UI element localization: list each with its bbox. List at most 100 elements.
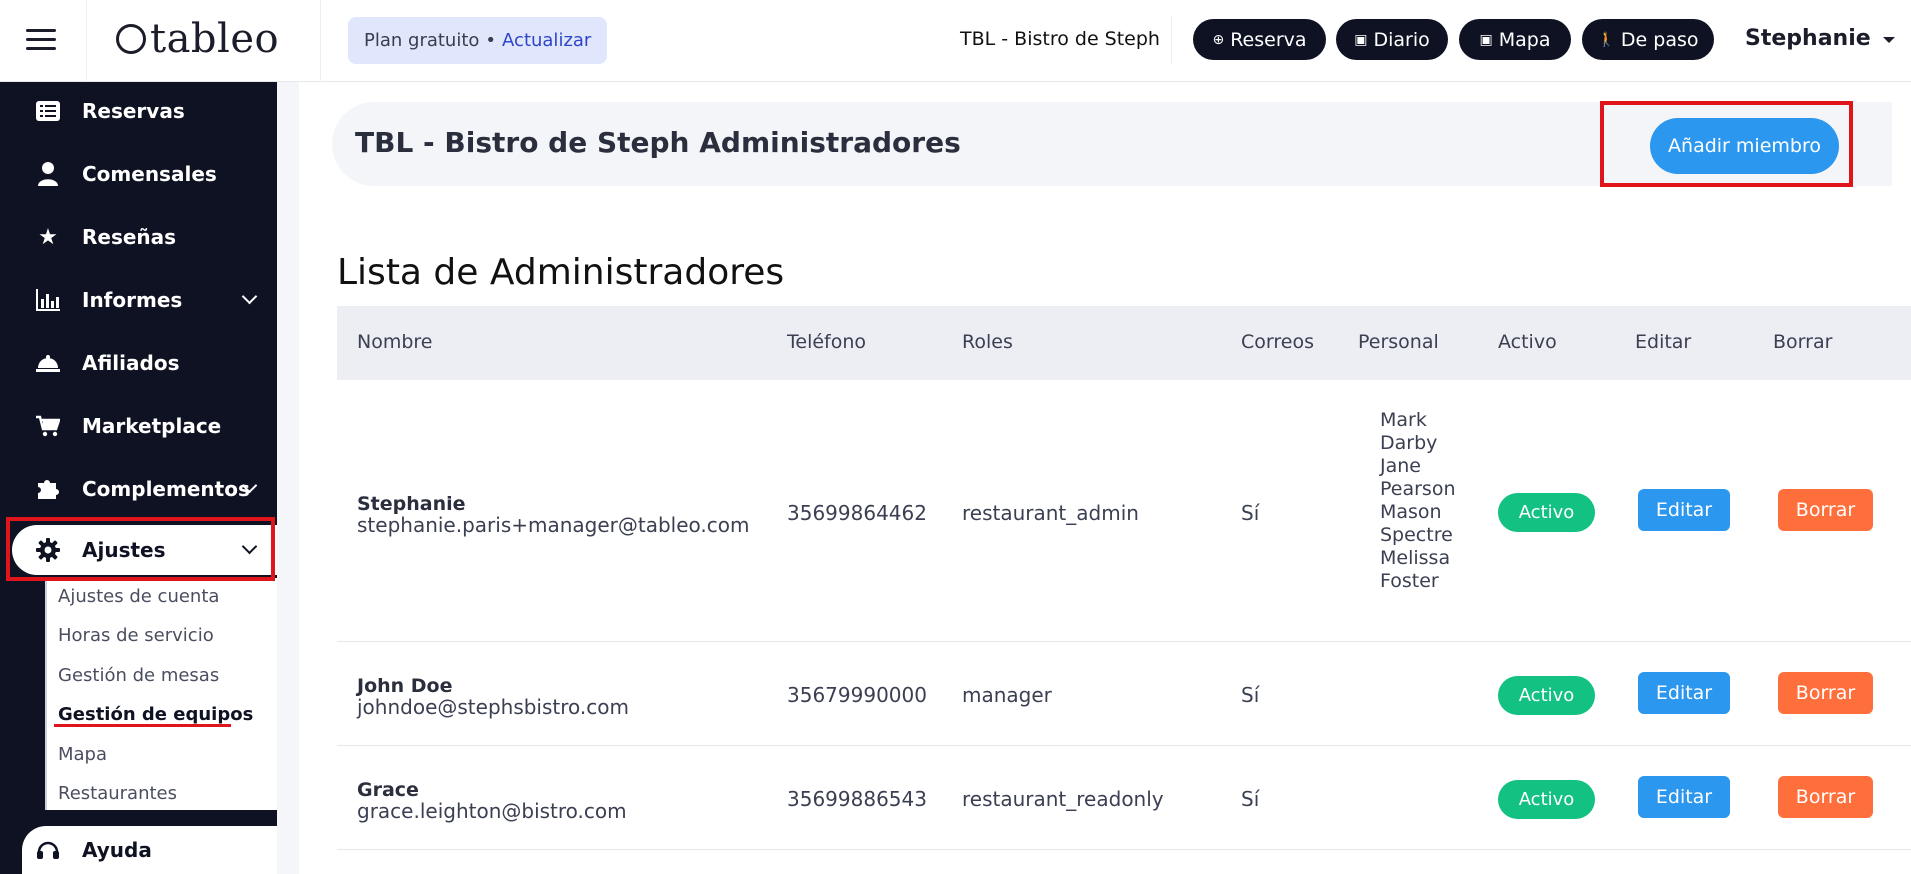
status-badge[interactable]: Activo	[1498, 780, 1595, 819]
column-header-roles[interactable]: Roles	[962, 331, 1013, 353]
subitem-gestion-de-equipos[interactable]: Gestión de equipos	[58, 704, 253, 725]
edit-button[interactable]: Editar	[1638, 489, 1730, 531]
sidebar-item-label: Ajustes	[82, 538, 166, 562]
member-cell: John Doe johndoe@stephsbistro.com	[357, 676, 629, 718]
delete-button[interactable]: Borrar	[1778, 776, 1873, 818]
column-header-nombre[interactable]: Nombre	[357, 331, 433, 353]
sidebar-item-label: Afiliados	[82, 351, 180, 375]
sidebar: Reservas Comensales ★ Reseñas Informes A…	[0, 82, 277, 874]
caret-down-icon	[1882, 37, 1895, 43]
plan-separator: •	[485, 30, 497, 51]
plus-circle-icon: ⊕	[1212, 31, 1225, 48]
logo[interactable]: tableo	[116, 14, 279, 64]
headset-icon	[33, 839, 63, 861]
chevron-down-icon	[241, 288, 258, 305]
table-row: Stephanie stephanie.paris+manager@tableo…	[337, 380, 1911, 642]
sidebar-item-label: Reseñas	[82, 225, 177, 249]
member-phone: 35699886543	[787, 787, 927, 811]
edit-button[interactable]: Editar	[1638, 672, 1730, 714]
member-name: Stephanie	[357, 493, 466, 515]
subitem-ajustes-de-cuenta[interactable]: Ajustes de cuenta	[58, 586, 219, 607]
delete-button[interactable]: Borrar	[1778, 672, 1873, 714]
logo-ring-icon	[116, 24, 146, 54]
sidebar-item-label: Comensales	[82, 162, 217, 186]
staff-name: Jane	[1380, 455, 1421, 477]
status-badge[interactable]: Activo	[1498, 676, 1595, 715]
staff-name: Foster	[1380, 570, 1439, 592]
column-header-telefono[interactable]: Teléfono	[787, 331, 866, 353]
sidebar-item-informes[interactable]: Informes	[0, 275, 277, 325]
staff-name: Spectre	[1380, 524, 1453, 546]
column-header-editar: Editar	[1635, 331, 1692, 353]
member-cell: Grace grace.leighton@bistro.com	[357, 780, 627, 822]
sidebar-item-reservas[interactable]: Reservas	[0, 86, 277, 136]
subitem-restaurantes[interactable]: Restaurantes	[58, 783, 177, 804]
logo-text: tableo	[150, 16, 280, 62]
member-role: restaurant_admin	[962, 501, 1139, 525]
list-icon	[33, 101, 63, 121]
sidebar-item-comensales[interactable]: Comensales	[0, 149, 277, 199]
sidebar-item-marketplace[interactable]: Marketplace	[0, 401, 277, 451]
divider	[320, 0, 321, 82]
divider	[1171, 16, 1172, 64]
sidebar-item-label: Informes	[82, 288, 183, 312]
content-panel: TBL - Bistro de Steph Administradores Añ…	[299, 82, 1911, 874]
member-role: manager	[962, 683, 1052, 707]
member-emails: Sí	[1241, 501, 1260, 525]
calendar-icon: ▣	[1354, 31, 1368, 48]
active-underline	[54, 724, 231, 727]
chevron-down-icon	[241, 538, 258, 555]
delete-button[interactable]: Borrar	[1778, 489, 1873, 531]
column-header-borrar: Borrar	[1773, 331, 1833, 353]
cart-icon	[33, 415, 63, 437]
add-member-button[interactable]: Añadir miembro	[1650, 118, 1839, 174]
staff-name: Mason	[1380, 501, 1442, 523]
plan-label: Plan gratuito	[364, 30, 480, 51]
top-bar: tableo Plan gratuito • Actualizar TBL - …	[0, 0, 1911, 82]
member-phone: 35679990000	[787, 683, 927, 707]
reserva-button[interactable]: ⊕ Reserva	[1193, 19, 1326, 60]
user-menu[interactable]: Stephanie	[1745, 26, 1895, 51]
member-name: John Doe	[357, 675, 453, 697]
diario-label: Diario	[1373, 28, 1430, 51]
star-icon: ★	[38, 224, 58, 250]
de-paso-label: De paso	[1620, 28, 1699, 51]
team-header: TBL - Bistro de Steph Administradores Añ…	[332, 102, 1892, 186]
status-badge[interactable]: Activo	[1498, 493, 1595, 532]
staff-name: Darby	[1380, 432, 1438, 454]
sidebar-item-label: Ayuda	[82, 838, 152, 862]
subitem-mapa[interactable]: Mapa	[58, 744, 107, 765]
member-email: johndoe@stephsbistro.com	[357, 695, 629, 719]
sidebar-item-complementos[interactable]: Complementos	[0, 464, 277, 514]
bar-chart-icon	[33, 289, 63, 311]
sidebar-item-label: Complementos	[82, 477, 250, 501]
person-icon	[33, 162, 63, 186]
subitem-horas-de-servicio[interactable]: Horas de servicio	[58, 625, 214, 646]
sidebar-item-afiliados[interactable]: Afiliados	[0, 338, 277, 388]
sidebar-item-ayuda[interactable]: Ayuda	[22, 826, 277, 874]
table-row: John Doe johndoe@stephsbistro.com 356799…	[337, 642, 1911, 746]
de-paso-button[interactable]: 🚶 De paso	[1582, 19, 1714, 60]
mapa-button[interactable]: ▣ Mapa	[1459, 19, 1571, 60]
sidebar-item-ajustes[interactable]: Ajustes	[12, 525, 277, 575]
restaurant-name: TBL - Bistro de Steph	[960, 28, 1160, 50]
column-header-activo[interactable]: Activo	[1498, 331, 1557, 353]
subitem-gestion-de-mesas[interactable]: Gestión de mesas	[58, 665, 219, 686]
edit-button[interactable]: Editar	[1638, 776, 1730, 818]
staff-name: Pearson	[1380, 478, 1456, 500]
menu-icon[interactable]	[26, 29, 56, 51]
mapa-label: Mapa	[1498, 28, 1551, 51]
list-title: Lista de Administradores	[337, 252, 785, 293]
member-staff-list: Mark Darby Jane Pearson Mason Spectre Me…	[1380, 409, 1456, 593]
sidebar-item-resenas[interactable]: ★ Reseñas	[0, 212, 277, 262]
member-email: grace.leighton@bistro.com	[357, 799, 627, 823]
upgrade-link[interactable]: Actualizar	[502, 30, 591, 51]
column-header-personal[interactable]: Personal	[1358, 331, 1439, 353]
gear-icon	[33, 538, 63, 562]
diario-button[interactable]: ▣ Diario	[1336, 19, 1448, 60]
column-header-correos[interactable]: Correos	[1241, 331, 1314, 353]
cloche-icon	[33, 354, 63, 372]
member-emails: Sí	[1241, 683, 1260, 707]
plan-banner: Plan gratuito • Actualizar	[348, 17, 608, 64]
sidebar-item-label: Reservas	[82, 99, 185, 123]
